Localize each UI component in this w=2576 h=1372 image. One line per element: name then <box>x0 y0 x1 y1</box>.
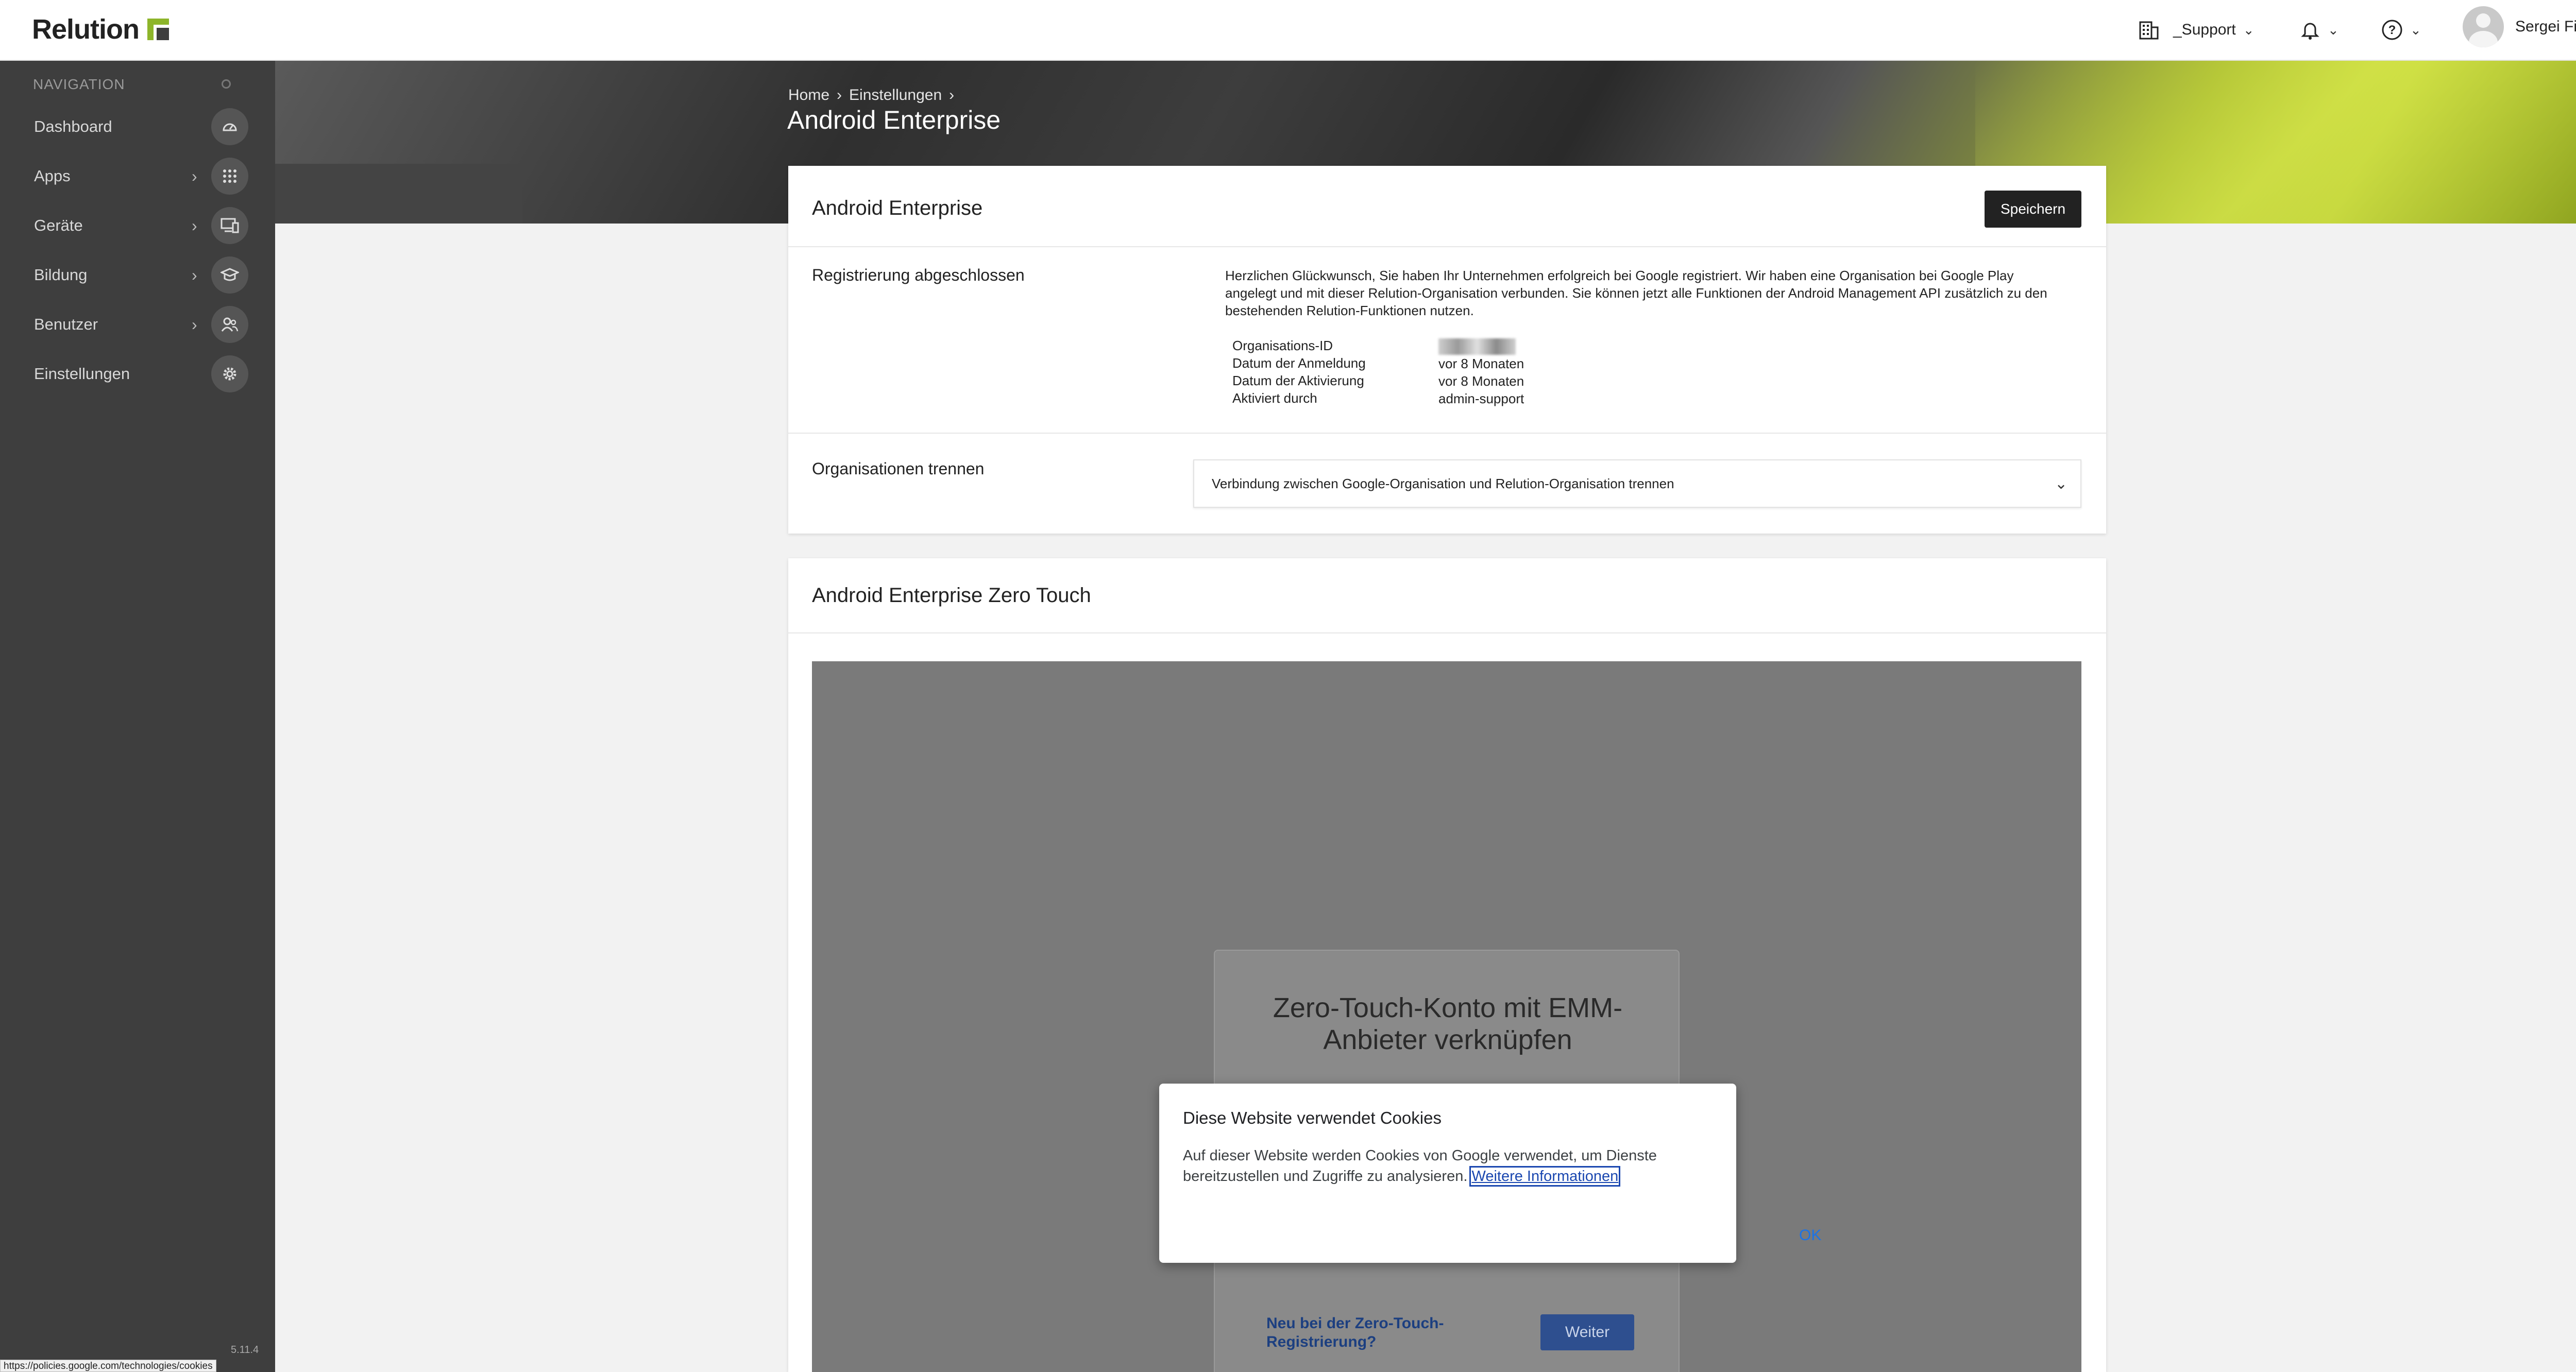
next-button[interactable]: Weiter <box>1540 1314 1634 1350</box>
help-button[interactable]: ? ⌄ <box>2381 15 2421 44</box>
top-bar: Relution _Support ⌄ ⌄ ? ⌄ Sergei Fink <box>0 0 2576 61</box>
chevron-down-icon: ⌄ <box>2243 22 2255 38</box>
sidebar-item-dashboard[interactable]: Dashboard <box>0 104 275 149</box>
card-title: Android Enterprise <box>812 197 983 219</box>
new-registration-link[interactable]: Neu bei der Zero-Touch-Registrierung? <box>1266 1314 1472 1351</box>
divider <box>788 632 2106 633</box>
sidebar-item-einstellungen[interactable]: Einstellungen <box>0 351 275 397</box>
sidebar-item-label: Apps <box>34 167 71 185</box>
detail-key: Aktiviert durch <box>1232 390 1317 406</box>
zero-touch-title: Zero-Touch-Konto mit EMM-Anbieter verknü… <box>1273 992 1623 1055</box>
page-title: Android Enterprise <box>787 106 1001 134</box>
card-title: Android Enterprise Zero Touch <box>812 584 1091 607</box>
sidebar-item-label: Geräte <box>34 216 83 234</box>
bell-icon <box>2301 23 2319 40</box>
registration-description: Herzlichen Glückwunsch, Sie haben Ihr Un… <box>1225 268 2047 318</box>
relution-logo[interactable]: Relution <box>32 13 140 45</box>
detail-key: Datum der Anmeldung <box>1232 355 1366 371</box>
chevron-right-icon: › <box>192 315 197 334</box>
breadcrumb-einstellungen[interactable]: Einstellungen <box>849 87 942 104</box>
redacted-organization-id <box>1438 338 1516 355</box>
registration-status-label: Registrierung abgeschlossen <box>812 266 1025 284</box>
svg-text:?: ? <box>2388 23 2396 37</box>
breadcrumb: Home › Einstellungen › <box>788 87 954 104</box>
relution-logo-mark-icon <box>147 19 169 40</box>
breadcrumb-home[interactable]: Home <box>788 87 829 104</box>
organization-switcher[interactable]: _Support ⌄ <box>2138 15 2255 44</box>
detail-key: Datum der Aktivierung <box>1232 373 1364 388</box>
sidebar-item-geraete[interactable]: Geräte › <box>0 203 275 248</box>
chevron-right-icon: › <box>949 87 955 104</box>
organization-id-value <box>1438 337 1524 355</box>
chevron-right-icon: › <box>192 216 197 235</box>
settings-gear-icon <box>211 355 248 392</box>
sidebar-item-label: Benutzer <box>34 315 98 333</box>
cookie-dialog-text: Auf dieser Website werden Cookies von Go… <box>1183 1145 1708 1187</box>
save-button[interactable]: Speichern <box>1985 191 2081 228</box>
sidebar: NAVIGATION Dashboard Apps › Geräte › Bil… <box>0 61 275 1372</box>
detail-value: vor 8 Monaten <box>1438 373 1524 389</box>
user-name: Sergei Fink <box>2515 18 2576 35</box>
pin-sidebar-icon[interactable] <box>222 79 231 89</box>
ok-button[interactable]: OK <box>1799 1227 1821 1244</box>
education-icon <box>211 256 248 294</box>
divider <box>788 433 2106 434</box>
disconnect-accordion[interactable]: Verbindung zwischen Google-Organisation … <box>1193 459 2081 508</box>
sidebar-item-label: Bildung <box>34 266 88 284</box>
more-info-link[interactable]: Weitere Informationen <box>1469 1166 1621 1187</box>
detail-value: vor 8 Monaten <box>1438 356 1524 372</box>
detail-value: admin-support <box>1438 391 1524 407</box>
chevron-right-icon: › <box>192 265 197 284</box>
sidebar-item-bildung[interactable]: Bildung › <box>0 252 275 298</box>
zero-touch-embed: Zero-Touch-Konto mit EMM-Anbieter verknü… <box>812 661 2081 1372</box>
chevron-right-icon: › <box>837 87 842 104</box>
notifications-button[interactable]: ⌄ <box>2300 15 2339 44</box>
chevron-right-icon: › <box>192 166 197 185</box>
user-menu[interactable]: Sergei Fink ⌄ <box>2463 6 2576 47</box>
detail-key: Organisations-ID <box>1232 338 1333 353</box>
devices-icon <box>211 207 248 244</box>
cookie-dialog-title: Diese Website verwendet Cookies <box>1183 1108 1442 1127</box>
help-question-icon: ? <box>2382 20 2402 40</box>
organization-name: _Support <box>2173 21 2236 38</box>
chevron-down-icon: ⌄ <box>2055 475 2068 492</box>
disconnect-organizations-label: Organisationen trennen <box>812 459 985 478</box>
android-enterprise-card: Android Enterprise Speichern Registrieru… <box>788 166 2106 534</box>
divider <box>788 246 2106 247</box>
chevron-down-icon: ⌄ <box>2328 22 2339 38</box>
app-version: 5.11.4 <box>231 1344 259 1356</box>
sidebar-item-label: Dashboard <box>34 117 112 135</box>
avatar <box>2463 6 2504 47</box>
chevron-down-icon: ⌄ <box>2410 22 2421 38</box>
dashboard-icon <box>211 108 248 145</box>
apps-grid-icon <box>211 158 248 195</box>
detail-keys: Organisations-ID Datum der Anmeldung Dat… <box>1232 337 1366 407</box>
link-status-url: https://policies.google.com/technologies… <box>0 1360 216 1372</box>
users-icon <box>211 306 248 343</box>
sidebar-item-apps[interactable]: Apps › <box>0 153 275 199</box>
banner-decoration <box>275 164 522 224</box>
cookie-dialog: Diese Website verwendet Cookies Auf dies… <box>1159 1084 1821 1263</box>
detail-values: vor 8 Monaten vor 8 Monaten admin-suppor… <box>1438 337 1524 407</box>
sidebar-item-benutzer[interactable]: Benutzer › <box>0 302 275 347</box>
building-icon <box>2139 21 2159 40</box>
sidebar-item-label: Einstellungen <box>34 365 130 383</box>
navigation-heading: NAVIGATION <box>33 76 125 92</box>
accordion-label: Verbindung zwischen Google-Organisation … <box>1212 476 1674 491</box>
